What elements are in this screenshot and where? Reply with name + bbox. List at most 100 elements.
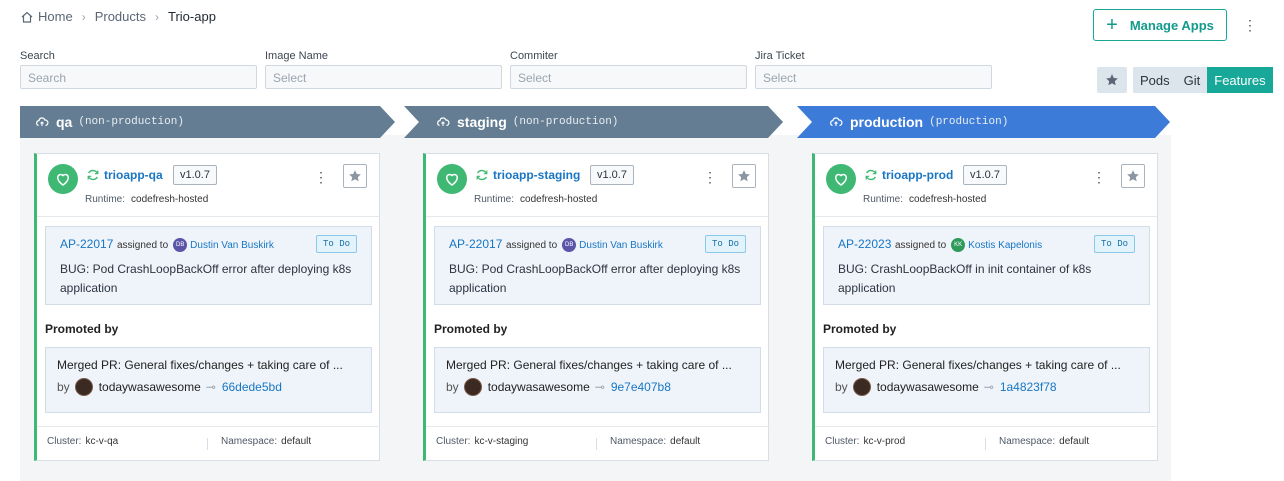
star-icon <box>349 170 361 182</box>
breadcrumb: Home › Products › Trio-app <box>20 9 216 24</box>
more-options-icon[interactable]: ⋮ <box>703 169 717 186</box>
search-input[interactable]: Search <box>20 65 257 89</box>
namespace-value: default <box>1059 436 1090 447</box>
star-icon <box>738 170 750 182</box>
tab-features[interactable]: Features <box>1207 67 1273 93</box>
runtime-label: Runtime: <box>474 194 515 205</box>
jira-id-link[interactable]: AP-22017 <box>60 237 113 251</box>
commit-sha-link[interactable]: 9e7e407b8 <box>611 380 671 394</box>
manage-apps-button[interactable]: + Manage Apps <box>1093 9 1227 41</box>
sync-icon <box>865 169 877 181</box>
app-name-link[interactable]: trioapp-staging <box>493 168 580 182</box>
tab-pods[interactable]: Pods <box>1133 67 1177 93</box>
jira-ticket-select[interactable]: Select <box>755 65 992 89</box>
filter-label: Jira Ticket <box>755 50 805 62</box>
health-heart-icon <box>437 164 467 194</box>
commit-icon: ⊸ <box>205 380 216 394</box>
jira-assignment: assigned to KK Kostis Kapelonis <box>895 238 1042 252</box>
breadcrumb-home[interactable]: Home <box>38 9 73 24</box>
cluster-value: kc-v-staging <box>474 436 529 447</box>
jira-ticket-panel: AP-22023 assigned to KK Kostis Kapelonis T… <box>823 226 1150 305</box>
by-label: by <box>835 380 848 394</box>
favorite-star-button[interactable] <box>343 164 367 188</box>
more-options-icon[interactable]: ⋮ <box>1092 169 1106 186</box>
runtime-value: codefresh-hosted <box>909 194 987 205</box>
commit-sha-link[interactable]: 66dede5bd <box>222 380 282 394</box>
promoted-by-label: Promoted by <box>45 322 119 336</box>
assignee-name[interactable]: Dustin Van Buskirk <box>579 240 663 251</box>
jira-id-link[interactable]: AP-22023 <box>838 237 891 251</box>
cluster-label: Cluster: <box>825 436 860 447</box>
filter-label: Search <box>20 50 55 62</box>
assigned-label: assigned to <box>506 239 558 251</box>
jira-status-badge: To Do <box>1094 235 1136 253</box>
cluster-info: Cluster: kc-v-staging <box>436 436 528 447</box>
divider <box>985 438 986 450</box>
chevron-right-icon: › <box>81 9 86 24</box>
sync-icon <box>87 169 99 181</box>
pr-author: by todaywasawesome ⊸ 9e7e407b8 <box>446 378 671 396</box>
jira-id-link[interactable]: AP-22017 <box>449 237 502 251</box>
commiter-select[interactable]: Select <box>510 65 747 89</box>
jira-ticket-panel: AP-22017 assigned to DB Dustin Van Buskirk… <box>45 226 372 305</box>
user-name: todaywasawesome <box>876 380 979 394</box>
user-avatar <box>463 378 482 396</box>
more-options-icon[interactable]: ⋮ <box>1243 16 1257 34</box>
health-heart-icon <box>48 164 78 194</box>
more-options-icon[interactable]: ⋮ <box>314 169 328 186</box>
sync-icon <box>476 169 488 181</box>
filter-label: Image Name <box>265 50 328 62</box>
assignee-name[interactable]: Dustin Van Buskirk <box>190 240 274 251</box>
filter-commiter: Commiter Select <box>510 50 747 89</box>
pr-title[interactable]: Merged PR: General fixes/changes + takin… <box>835 358 1121 372</box>
view-toggle: Pods Git Features <box>1133 67 1273 93</box>
version-badge: v1.0.7 <box>590 165 634 185</box>
user-avatar <box>74 378 93 396</box>
home-icon <box>21 11 33 23</box>
commit-sha-link[interactable]: 1a4823f78 <box>1000 380 1057 394</box>
cluster-value: kc-v-qa <box>85 436 119 447</box>
version-badge: v1.0.7 <box>963 165 1007 185</box>
jira-title: BUG: CrashLoopBackOff in init container … <box>838 262 1092 295</box>
pr-author: by todaywasawesome ⊸ 66dede5bd <box>57 378 282 396</box>
assignee-avatar: KK <box>951 238 966 252</box>
by-label: by <box>446 380 459 394</box>
image-name-select[interactable]: Select <box>265 65 502 89</box>
env-header-production[interactable]: production (production) <box>814 106 1008 138</box>
user-name: todaywasawesome <box>98 380 201 394</box>
assignee-name[interactable]: Kostis Kapelonis <box>968 240 1042 251</box>
env-header-staging[interactable]: staging (non-production) <box>421 106 618 138</box>
breadcrumb-current: Trio-app <box>168 9 216 24</box>
namespace-value: default <box>281 436 312 447</box>
env-header-qa[interactable]: qa (non-production) <box>20 106 184 138</box>
jira-assignment: assigned to DB Dustin Van Buskirk <box>506 238 663 252</box>
env-type: (production) <box>929 116 1009 128</box>
jira-status-badge: To Do <box>316 235 358 253</box>
app-name-link[interactable]: trioapp-prod <box>882 168 953 182</box>
breadcrumb-products[interactable]: Products <box>95 9 146 24</box>
manage-apps-label: Manage Apps <box>1129 17 1214 33</box>
favorite-star-button[interactable] <box>732 164 756 188</box>
app-card-staging[interactable]: trioapp-staging v1.0.7 Runtime: codefresh… <box>423 153 769 461</box>
promoted-by-label: Promoted by <box>823 322 897 336</box>
namespace-info: Namespace: default <box>221 436 311 447</box>
pr-title[interactable]: Merged PR: General fixes/changes + takin… <box>446 358 732 372</box>
app-card-qa[interactable]: trioapp-qa v1.0.7 Runtime: codefresh-host… <box>34 153 380 461</box>
app-name-link[interactable]: trioapp-qa <box>104 168 163 182</box>
jira-assignment: assigned to DB Dustin Van Buskirk <box>117 238 274 252</box>
jira-status-badge: To Do <box>705 235 747 253</box>
filter-image-name: Image Name Select <box>265 50 502 89</box>
app-card-production[interactable]: trioapp-prod v1.0.7 Runtime: codefresh-ho… <box>812 153 1158 461</box>
pr-title[interactable]: Merged PR: General fixes/changes + takin… <box>57 358 343 372</box>
favorite-star-button[interactable] <box>1121 164 1145 188</box>
favorites-filter-button[interactable] <box>1097 67 1127 93</box>
star-icon <box>1106 74 1118 86</box>
tab-git[interactable]: Git <box>1176 67 1208 93</box>
runtime-value: codefresh-hosted <box>131 194 209 205</box>
cloud-icon <box>36 117 49 127</box>
plus-icon: + <box>1106 14 1118 36</box>
card-footer: Cluster: kc-v-prod Namespace: default <box>815 426 1158 460</box>
namespace-value: default <box>670 436 701 447</box>
user-name: todaywasawesome <box>487 380 590 394</box>
runtime-label: Runtime: <box>85 194 126 205</box>
